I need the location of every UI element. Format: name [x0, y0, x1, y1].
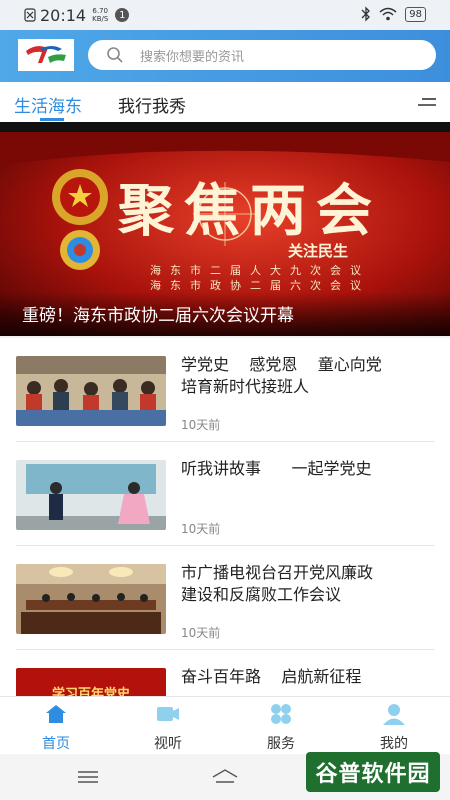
bottom-navigation: 首页 视听 服务 我的	[0, 696, 450, 755]
cppcc-emblem	[60, 230, 100, 270]
banner-line-2: 海东市政协二届六次会议	[150, 278, 370, 292]
net-speed: 6.70 KB/S	[92, 7, 109, 23]
search-icon	[107, 47, 123, 63]
tab-life-haidong[interactable]: 生活海东	[14, 92, 82, 117]
news-title: 学党史 感党恩 童心向党 培育新时代接班人	[181, 355, 382, 396]
watermark-logo: 谷普软件园	[306, 752, 440, 792]
tab-my-show[interactable]: 我行我秀	[118, 92, 186, 117]
news-item[interactable]: 学党史 感党恩 童心向党 培育新时代接班人 10天前	[0, 338, 450, 442]
news-list: 学党史 感党恩 童心向党 培育新时代接班人 10天前 听我讲故事 一起学党史 1…	[0, 338, 450, 696]
status-time: 20:14	[40, 5, 87, 25]
notification-badge: 1	[115, 8, 130, 22]
banner-tag: 关注民生	[288, 242, 348, 260]
news-time: 10天前	[181, 418, 221, 432]
news-time: 10天前	[181, 522, 221, 536]
nav-label: 我的	[380, 736, 408, 752]
banner-caption: 重磅！海东市政协二届六次会议开幕	[22, 306, 294, 326]
menu-nav-icon[interactable]	[77, 770, 99, 784]
nav-label: 视听	[154, 736, 182, 752]
featured-banner[interactable]: 聚焦两会 关注民生 海东市二届人大九次会议 海东市政协二届六次会议 重磅！海东市…	[0, 122, 450, 336]
news-title: 市广播电视台召开党风廉政 建设和反腐败工作会议	[181, 563, 374, 604]
news-item[interactable]: 学习百年党史 奋斗百年路 启航新征程	[0, 650, 450, 696]
wifi-icon	[379, 7, 397, 21]
home-icon	[46, 705, 66, 723]
app-logo[interactable]	[18, 39, 74, 71]
thumbnail-text: 学习百年党史	[52, 686, 131, 696]
clover-icon	[271, 704, 291, 724]
sim-icon	[24, 8, 36, 22]
news-time: 10天前	[181, 626, 221, 640]
nav-label: 服务	[267, 736, 295, 752]
search-placeholder: 搜索你想要的资讯	[140, 49, 245, 65]
news-thumbnail-meeting	[16, 564, 166, 634]
nav-home[interactable]: 首页	[21, 703, 91, 753]
news-title: 听我讲故事 一起学党史	[181, 459, 372, 478]
category-tabs: 生活海东 我行我秀	[0, 82, 450, 122]
national-emblem	[52, 169, 108, 225]
news-title: 奋斗百年路 启航新征程	[181, 667, 362, 686]
video-icon	[157, 707, 179, 721]
status-bar: 20:14 6.70 KB/S 1 98	[0, 0, 450, 30]
nav-label: 首页	[42, 736, 70, 752]
banner-line-1: 海东市二届人大九次会议	[150, 263, 370, 277]
menu-icon[interactable]	[418, 96, 436, 108]
news-thumbnail-stage	[16, 460, 166, 530]
banner-headline: 聚焦两会	[117, 178, 382, 244]
home-nav-icon[interactable]	[211, 768, 239, 786]
active-tab-indicator	[40, 118, 64, 121]
search-bar[interactable]: 搜索你想要的资讯	[88, 40, 436, 70]
nav-service[interactable]: 服务	[246, 703, 316, 753]
banner-caption-overlay: 重磅！海东市政协二届六次会议开幕	[0, 292, 450, 336]
nav-mine[interactable]: 我的	[359, 703, 429, 753]
app-header: 搜索你想要的资讯	[0, 30, 450, 82]
news-item[interactable]: 市广播电视台召开党风廉政 建设和反腐败工作会议 10天前	[0, 546, 450, 650]
nav-video[interactable]: 视听	[133, 703, 203, 753]
battery-indicator: 98	[405, 6, 426, 22]
user-icon	[383, 704, 405, 725]
news-thumbnail-classroom	[16, 356, 166, 426]
bluetooth-icon	[361, 6, 371, 22]
news-item[interactable]: 听我讲故事 一起学党史 10天前	[0, 442, 450, 546]
news-thumbnail-centenary: 学习百年党史	[16, 668, 166, 696]
